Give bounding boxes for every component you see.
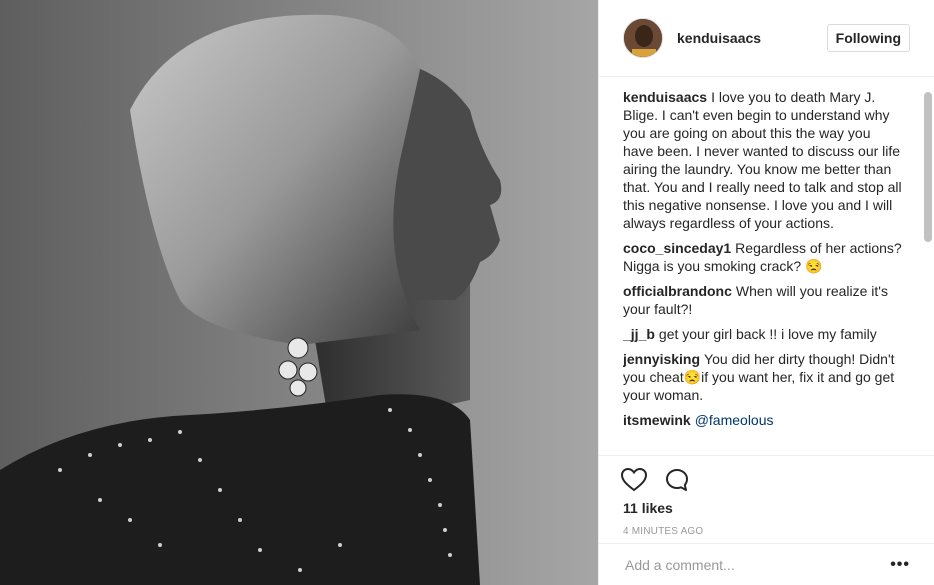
post-photo[interactable] (0, 0, 598, 585)
comment-username[interactable]: officialbrandonc (623, 283, 732, 299)
post-username[interactable]: kenduisaacs (677, 30, 827, 46)
post-header: kenduisaacs Following (599, 0, 934, 77)
photo-image (0, 0, 598, 585)
comments-list[interactable]: kenduisaacs I love you to death Mary J. B… (623, 88, 934, 456)
list-item: itsmewink @fameolous (623, 411, 903, 429)
post-actions (599, 455, 934, 495)
comment-input[interactable] (623, 555, 891, 574)
heart-icon[interactable] (620, 467, 648, 497)
avatar-image (624, 19, 662, 57)
comment-username[interactable]: coco_sinceday1 (623, 240, 731, 256)
comment-bubble-icon[interactable] (665, 468, 689, 497)
comment-username[interactable]: jennyisking (623, 351, 700, 367)
comment-username[interactable]: itsmewink (623, 412, 691, 428)
add-comment-bar: ••• (599, 543, 934, 585)
post-side-panel: kenduisaacs Following kenduisaacs I love … (598, 0, 934, 585)
likes-count[interactable]: 11 likes (623, 500, 673, 516)
more-options-icon[interactable]: ••• (890, 556, 910, 574)
comment-text: I love you to death Mary J. Blige. I can… (623, 89, 902, 231)
list-item: jennyisking You did her dirty though! Did… (623, 350, 903, 404)
comments-scrollbar[interactable] (924, 92, 932, 242)
list-item: _jj_b get your girl back !! i love my fam… (623, 325, 903, 343)
list-item: coco_sinceday1 Regardless of her actions?… (623, 239, 903, 275)
instagram-post: kenduisaacs Following kenduisaacs I love … (0, 0, 934, 585)
following-button[interactable]: Following (826, 24, 910, 52)
post-timestamp[interactable]: 4 MINUTES AGO (623, 526, 703, 537)
comment-username[interactable]: _jj_b (623, 326, 655, 342)
avatar[interactable] (623, 18, 663, 58)
caption-comment: kenduisaacs I love you to death Mary J. B… (623, 88, 903, 232)
comment-text: get your girl back !! i love my family (658, 326, 877, 342)
comment-username[interactable]: kenduisaacs (623, 89, 707, 105)
comment-mention[interactable]: @fameolous (695, 412, 774, 428)
list-item: officialbrandonc When will you realize it… (623, 282, 903, 318)
